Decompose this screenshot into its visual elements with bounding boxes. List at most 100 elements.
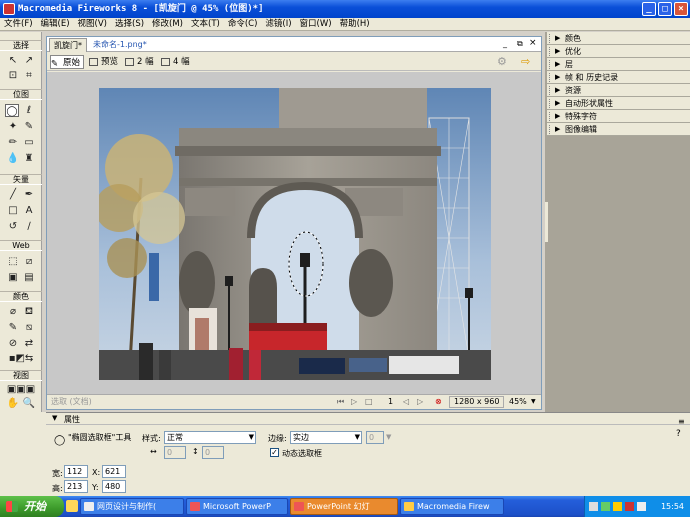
canvas-image[interactable] — [99, 88, 491, 380]
knife-icon[interactable]: ∕ — [22, 220, 36, 233]
task-web-design[interactable]: 网页设计与制作( — [80, 498, 184, 515]
eyedropper-icon[interactable]: ⌀ — [6, 305, 20, 318]
tray-icon[interactable] — [625, 502, 634, 511]
edge-select[interactable]: 实边 ▼ — [290, 431, 362, 444]
ellipse-marquee-icon[interactable]: ◯ — [5, 104, 19, 117]
help-icon[interactable]: ? — [676, 429, 681, 439]
fixed-width-field[interactable]: 0 — [164, 446, 186, 459]
panel-colors[interactable]: ▶ 颜色 — [547, 32, 690, 45]
default-colors-icon[interactable]: ▪◩⇆ — [2, 352, 40, 365]
rectangle-icon[interactable]: □ — [6, 204, 20, 217]
options-menu-icon[interactable]: ≡ — [678, 417, 685, 426]
doc-minimize-icon[interactable]: _ — [503, 39, 507, 48]
hotspot-icon[interactable]: ⬚ — [6, 255, 20, 268]
brush-icon[interactable]: ✎ — [22, 120, 36, 133]
panel-image-editing[interactable]: ▶ 图像编辑 — [547, 123, 690, 136]
minimize-button[interactable]: _ — [642, 2, 656, 16]
style-select[interactable]: 正常 ▼ — [164, 431, 256, 444]
height-field[interactable]: 213 — [64, 480, 88, 493]
text-icon[interactable]: A — [22, 204, 36, 217]
document-size[interactable]: 1280 x 960 — [449, 396, 505, 408]
x-field[interactable]: 621 — [102, 465, 126, 478]
lasso-icon[interactable]: ℓ — [22, 104, 36, 117]
freeform-icon[interactable]: ↺ — [6, 220, 20, 233]
subselect-icon[interactable]: ↗ — [22, 54, 36, 67]
prev-frame-icon[interactable]: ◁ — [403, 395, 409, 409]
panel-auto-shape[interactable]: ▶ 自动形状属性 — [547, 97, 690, 110]
scale-icon[interactable]: ⊡ — [6, 69, 20, 82]
task-powerpoint[interactable]: Microsoft PowerP — [186, 498, 288, 515]
zoom-level[interactable]: 45% — [509, 395, 527, 409]
volume-icon[interactable] — [637, 502, 646, 511]
zoom-icon[interactable]: 🔍 — [22, 397, 36, 410]
width-field[interactable]: 112 — [64, 465, 88, 478]
tray-icon[interactable] — [589, 502, 598, 511]
panel-collapse-handle[interactable] — [545, 202, 548, 242]
start-button[interactable]: 开始 — [0, 496, 64, 517]
view-4up-button[interactable]: 4 幅 — [161, 55, 190, 69]
panel-frames-history[interactable]: ▶ 帧 和 历史记录 — [547, 71, 690, 84]
menu-commands[interactable]: 命令(C) — [224, 18, 262, 31]
hand-icon[interactable]: ✋ — [6, 397, 20, 410]
task-slideshow[interactable]: PowerPoint 幻灯 — [290, 498, 398, 515]
properties-header[interactable]: ▼ 属性 — [46, 413, 690, 425]
panel-optimize[interactable]: ▶ 优化 — [547, 45, 690, 58]
canvas-area[interactable] — [47, 72, 541, 394]
view-2up-button[interactable]: 2 幅 — [125, 55, 154, 69]
menu-filters[interactable]: 滤镜(I) — [261, 18, 295, 31]
dynamic-marquee-checkbox[interactable]: ✓ — [270, 448, 279, 457]
rubber-stamp-icon[interactable]: ♜ — [22, 152, 36, 165]
zoom-dropdown-icon[interactable]: ▼ — [531, 395, 536, 409]
fill-color-icon[interactable]: ⧅ — [22, 321, 36, 334]
pencil-icon[interactable]: ✏ — [6, 136, 20, 149]
swap-colors-icon[interactable]: ⇄ — [22, 337, 36, 350]
paint-bucket-icon[interactable]: ⛾ — [22, 305, 36, 318]
crop-icon[interactable]: ⌗ — [22, 69, 36, 82]
panel-special-chars[interactable]: ▶ 特殊字符 — [547, 110, 690, 123]
stroke-color-icon[interactable]: ✎ — [6, 321, 20, 334]
menu-select[interactable]: 选择(S) — [111, 18, 148, 31]
tab-untitled[interactable]: 未命名-1.png* — [89, 38, 151, 52]
tray-icon[interactable] — [613, 502, 622, 511]
menu-help[interactable]: 帮助(H) — [336, 18, 374, 31]
edge-amount-dropdown-icon[interactable]: ▼ — [386, 433, 391, 441]
edge-amount-field[interactable]: 0 — [366, 431, 384, 444]
stop-preview-icon[interactable]: ⊗ — [435, 395, 442, 409]
stop-icon[interactable]: □ — [365, 395, 373, 409]
quicklaunch-icon[interactable] — [66, 500, 78, 512]
eraser-icon[interactable]: ▭ — [22, 136, 36, 149]
doc-close-icon[interactable]: × — [529, 38, 537, 48]
slice-icon[interactable]: ⧄ — [22, 255, 36, 268]
menu-view[interactable]: 视图(V) — [74, 18, 111, 31]
export-icon[interactable]: ⇨ — [521, 55, 530, 68]
magic-wand-icon[interactable]: ✦ — [6, 120, 20, 133]
panel-assets[interactable]: ▶ 资源 — [547, 84, 690, 97]
no-stroke-icon[interactable]: ⊘ — [6, 337, 20, 350]
menu-window[interactable]: 窗口(W) — [296, 18, 336, 31]
tab-arc[interactable]: 凯旋门* — [49, 38, 87, 52]
tray-icon[interactable] — [601, 502, 610, 511]
screen-mode-icon[interactable]: ▣▣▣ — [2, 383, 40, 396]
pointer-icon[interactable]: ↖ — [6, 54, 20, 67]
quick-export-icon[interactable]: ⚙ — [497, 55, 507, 68]
y-field[interactable]: 480 — [102, 480, 126, 493]
maximize-button[interactable]: □ — [658, 2, 672, 16]
play-icon[interactable]: ▷ — [351, 395, 357, 409]
task-fireworks[interactable]: Macromedia Firew — [400, 498, 504, 515]
menu-text[interactable]: 文本(T) — [187, 18, 224, 31]
pen-icon[interactable]: ✒ — [22, 188, 36, 201]
view-preview-button[interactable]: 预览 — [89, 55, 118, 69]
first-frame-icon[interactable]: ⏮ — [337, 395, 344, 409]
collapse-arrow-icon[interactable]: ▼ — [52, 414, 57, 422]
show-slices-icon[interactable]: ▤ — [22, 271, 36, 284]
menu-modify[interactable]: 修改(M) — [148, 18, 187, 31]
fixed-height-field[interactable]: 0 — [202, 446, 224, 459]
hide-slices-icon[interactable]: ▣ — [6, 271, 20, 284]
line-icon[interactable]: ╱ — [6, 188, 20, 201]
panel-layers[interactable]: ▶ 层 — [547, 58, 690, 71]
next-frame-icon[interactable]: ▷ — [417, 395, 423, 409]
close-button[interactable]: × — [674, 2, 688, 16]
blur-icon[interactable]: 💧 — [6, 152, 20, 165]
menu-file[interactable]: 文件(F) — [0, 18, 37, 31]
doc-restore-icon[interactable]: ⧉ — [517, 39, 523, 49]
